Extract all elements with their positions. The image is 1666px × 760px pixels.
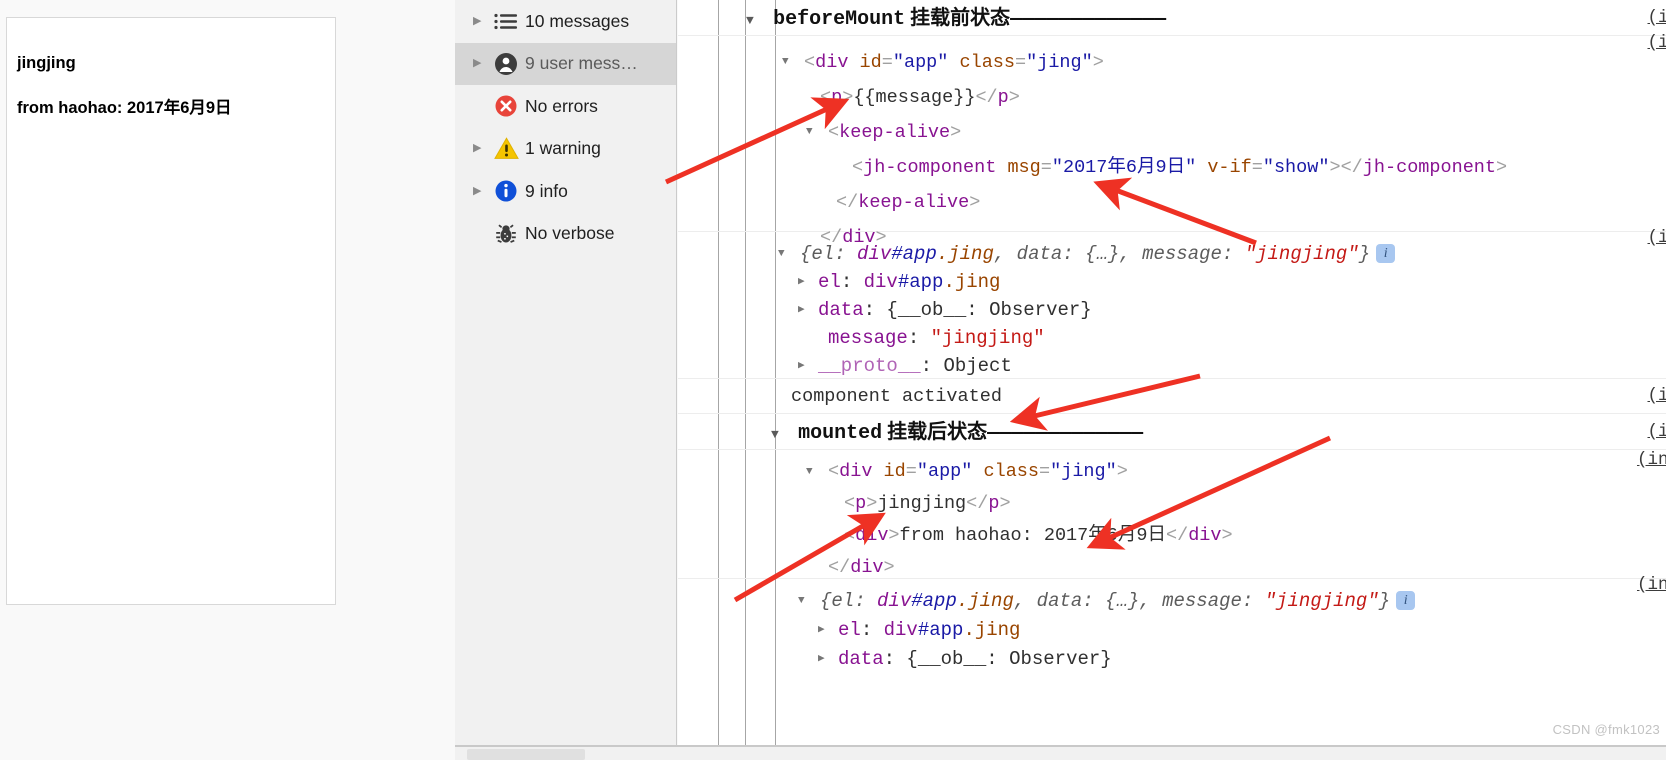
collapse-triangle-icon[interactable]: ▼ [806, 456, 822, 488]
sidebar-item-label: 9 info [525, 180, 568, 201]
console-sidebar: ▶ 10 messages ▶ 9 user mess… No errors ▶… [455, 0, 677, 745]
console-dom-snapshot-1: ▼ <div id="app" class="jing"> <p>{{messag… [678, 33, 1666, 248]
sidebar-item-label: 10 messages [525, 10, 630, 31]
collapse-triangle-icon[interactable]: ▼ [778, 240, 794, 268]
group-title-beforemount: beforeMount 挂载前状态————————————— [773, 7, 1167, 31]
info-icon [489, 179, 523, 203]
source-link[interactable]: (inde [1647, 379, 1666, 414]
console-group-header-beforemount[interactable]: ▼ beforeMount 挂载前状态————————————— (inde [678, 0, 1666, 36]
collapse-triangle-icon[interactable]: ▼ [746, 3, 762, 39]
console-group-header-mounted[interactable]: ▼ mounted 挂载后状态————————————— (inde [678, 414, 1666, 450]
source-link[interactable]: (inde [1647, 224, 1666, 252]
console-dom-snapshot-2: ▼ <div id="app" class="jing"> <p>jingjing… [678, 450, 1666, 579]
watermark: CSDN @fmk1023 [1552, 722, 1660, 737]
sidebar-item-label: No errors [525, 95, 598, 116]
sidebar-item-user-messages[interactable]: ▶ 9 user mess… [455, 42, 676, 85]
dom-line-keep-alive-close: </keep-alive> [836, 192, 981, 213]
error-icon [489, 94, 523, 118]
expand-triangle-icon[interactable]: ▶ [798, 296, 814, 324]
collapse-triangle-icon[interactable]: ▼ [806, 115, 822, 150]
expand-triangle-icon[interactable]: ▶ [818, 645, 834, 674]
bug-icon [489, 223, 523, 245]
expand-triangle-icon[interactable]: ▶ [473, 15, 489, 27]
info-badge[interactable]: i [1396, 591, 1416, 611]
dom-line-div-open[interactable]: ▼ <div id="app" class="jing"> [778, 45, 1666, 80]
sidebar-item-label: 9 user mess… [525, 53, 638, 74]
expand-triangle-icon[interactable]: ▶ [798, 352, 814, 380]
object-prop-proto[interactable]: ▶ __proto__: Object [778, 352, 1666, 380]
sidebar-item-info[interactable]: ▶ 9 info [455, 170, 676, 213]
source-link[interactable]: (index [1637, 444, 1666, 476]
preview-message-text: jingjing [17, 54, 76, 72]
dom-line-p-jingjing: <p>jingjing</p> [844, 493, 1011, 514]
info-badge[interactable]: i [1376, 244, 1396, 264]
group-title-mounted: mounted 挂载后状态————————————— [798, 421, 1144, 445]
log-text: component activated [791, 386, 1002, 407]
console-bottom-toolbar [455, 745, 1666, 760]
list-icon [489, 13, 523, 30]
object-summary[interactable]: ▼ {el: div#app.jing, data: {…}, message: … [798, 587, 1666, 616]
dom-line-div-open[interactable]: ▼ <div id="app" class="jing"> [802, 456, 1666, 488]
collapse-triangle-icon[interactable]: ▼ [782, 45, 798, 80]
console-object-2: ▼ {el: div#app.jing, data: {…}, message: … [678, 575, 1666, 684]
collapse-triangle-icon[interactable]: ▼ [798, 587, 814, 616]
expand-triangle-icon[interactable]: ▶ [473, 58, 489, 69]
devtools-screenshot: jingjing from haohao: 2017年6月9日 ▶ 10 mes… [0, 0, 1666, 760]
user-icon [489, 52, 523, 76]
object-prop-el[interactable]: ▶ el: div#app.jing [798, 616, 1666, 645]
object-prop-data[interactable]: ▶ data: {__ob__: Observer} [798, 645, 1666, 674]
warning-icon [489, 137, 523, 160]
rendered-page-preview: jingjing from haohao: 2017年6月9日 [0, 0, 455, 760]
sidebar-item-label: No verbose [525, 223, 615, 244]
expand-triangle-icon[interactable]: ▶ [798, 268, 814, 296]
object-prop-el[interactable]: ▶ el: div#app.jing [778, 268, 1666, 296]
sidebar-item-warnings[interactable]: ▶ 1 warning [455, 128, 676, 171]
sidebar-item-verbose[interactable]: ▶ [455, 213, 676, 256]
source-link[interactable]: (index [1637, 571, 1666, 600]
sidebar-item-label: 1 warning [525, 138, 601, 159]
console-plain-log: component activated (inde [678, 379, 1666, 414]
object-prop-message: message: "jingjing" [828, 327, 1045, 349]
preview-component-text: from haohao: 2017年6月9日 [17, 99, 232, 117]
console-object-1: ▼ {el: div#app.jing, data: {…}, message: … [678, 228, 1666, 380]
page-card: jingjing from haohao: 2017年6月9日 [6, 17, 336, 605]
dom-line-jh-component: <jh-component msg="2017年6月9日" v-if="show… [852, 157, 1508, 178]
source-link[interactable]: (inde [1647, 26, 1666, 61]
expand-triangle-icon[interactable]: ▶ [818, 616, 834, 645]
horizontal-scrollbar[interactable] [467, 749, 585, 760]
sidebar-item-errors[interactable]: ▶ No errors [455, 85, 676, 128]
object-summary[interactable]: ▼ {el: div#app.jing, data: {…}, message: … [778, 240, 1666, 268]
dom-line-inner-div: <div>from haohao: 2017年6月9日</div> [844, 525, 1233, 546]
collapse-triangle-icon[interactable]: ▼ [771, 417, 787, 453]
object-prop-data[interactable]: ▶ data: {__ob__: Observer} [778, 296, 1666, 324]
expand-triangle-icon[interactable]: ▶ [473, 143, 489, 154]
expand-triangle-icon[interactable]: ▶ [473, 185, 489, 197]
sidebar-item-messages[interactable]: ▶ 10 messages [455, 0, 676, 43]
console-message-list: ▼ beforeMount 挂载前状态————————————— (inde ▼… [678, 0, 1666, 745]
dom-line-keep-alive-open[interactable]: ▼ <keep-alive> [778, 115, 1666, 150]
dom-line-p-mustache: <p>{{message}}</p> [820, 87, 1020, 108]
